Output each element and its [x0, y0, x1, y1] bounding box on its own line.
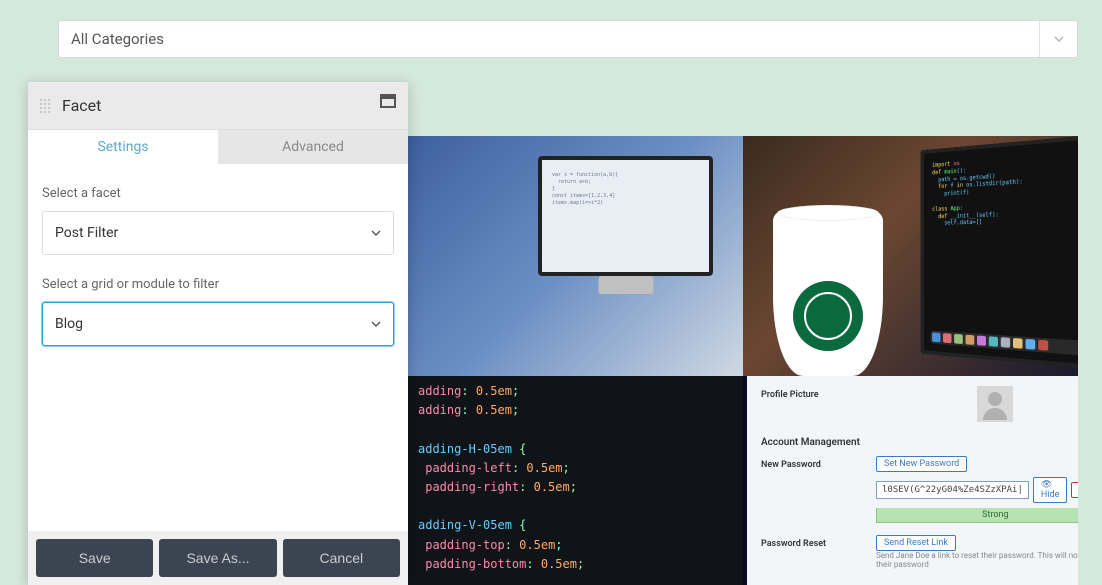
panel-body: Select a facet Post Filter Select a grid…	[28, 164, 408, 531]
facet-select-value: Post Filter	[55, 225, 118, 241]
save-as-button[interactable]: Save As...	[159, 539, 276, 577]
fullscreen-icon[interactable]	[380, 94, 396, 108]
send-reset-link-button[interactable]: Send Reset Link	[876, 535, 956, 551]
reset-hint-text: Send Jane Doe a link to reset their pass…	[876, 551, 1078, 569]
tab-settings[interactable]: Settings	[28, 130, 218, 164]
panel-header[interactable]: Facet	[28, 82, 408, 130]
profile-picture-label: Profile Picture	[761, 386, 866, 400]
cancel-password-button[interactable]: Cancel	[1071, 482, 1078, 498]
panel-title: Facet	[62, 96, 101, 115]
tab-advanced[interactable]: Advanced	[218, 130, 408, 164]
set-new-password-button[interactable]: Set New Password	[876, 456, 967, 472]
grid-image-3[interactable]: adding: 0.5em; adding: 0.5em; adding-H-0…	[408, 376, 743, 585]
panel-tabs: Settings Advanced	[28, 130, 408, 164]
account-management-heading: Account Management	[761, 437, 1078, 448]
drag-handle-icon[interactable]	[40, 92, 52, 120]
category-select-label: All Categories	[71, 30, 164, 48]
category-select[interactable]: All Categories	[58, 20, 1078, 58]
grid-image-1[interactable]: var x = function(a,b){ return a+b;}const…	[408, 136, 743, 376]
grid-field-label: Select a grid or module to filter	[42, 277, 394, 292]
grid-image-2[interactable]: import os def main(): path = os.getcwd()…	[743, 136, 1078, 376]
grid-select-value: Blog	[55, 316, 83, 332]
grid-image-4[interactable]: Profile Picture Account Management New P…	[743, 376, 1078, 585]
password-reset-label: Password Reset	[761, 535, 866, 549]
new-password-label: New Password	[761, 456, 866, 470]
chevron-down-icon	[371, 228, 381, 238]
panel-footer: Save Save As... Cancel	[28, 531, 408, 585]
content-grid: var x = function(a,b){ return a+b;}const…	[408, 136, 1078, 585]
avatar	[977, 386, 1013, 422]
monitor-illustration: var x = function(a,b){ return a+b;}const…	[538, 156, 713, 276]
laptop-illustration: import os def main(): path = os.getcwd()…	[921, 136, 1078, 372]
password-strength-indicator: Strong	[876, 508, 1078, 523]
save-button[interactable]: Save	[36, 539, 153, 577]
grid-select[interactable]: Blog	[42, 302, 394, 346]
cancel-button[interactable]: Cancel	[283, 539, 400, 577]
facet-select[interactable]: Post Filter	[42, 211, 394, 255]
facet-field-label: Select a facet	[42, 186, 394, 201]
coffee-cup-illustration	[773, 211, 883, 376]
facet-panel: Facet Settings Advanced Select a facet P…	[28, 82, 408, 585]
password-input[interactable]: l0SEV(G^22yG04%Ze4SZzXPAi|	[876, 481, 1029, 499]
chevron-down-icon	[1039, 21, 1077, 57]
chevron-down-icon	[371, 319, 381, 329]
hide-button[interactable]: 👁 Hide	[1033, 477, 1067, 503]
